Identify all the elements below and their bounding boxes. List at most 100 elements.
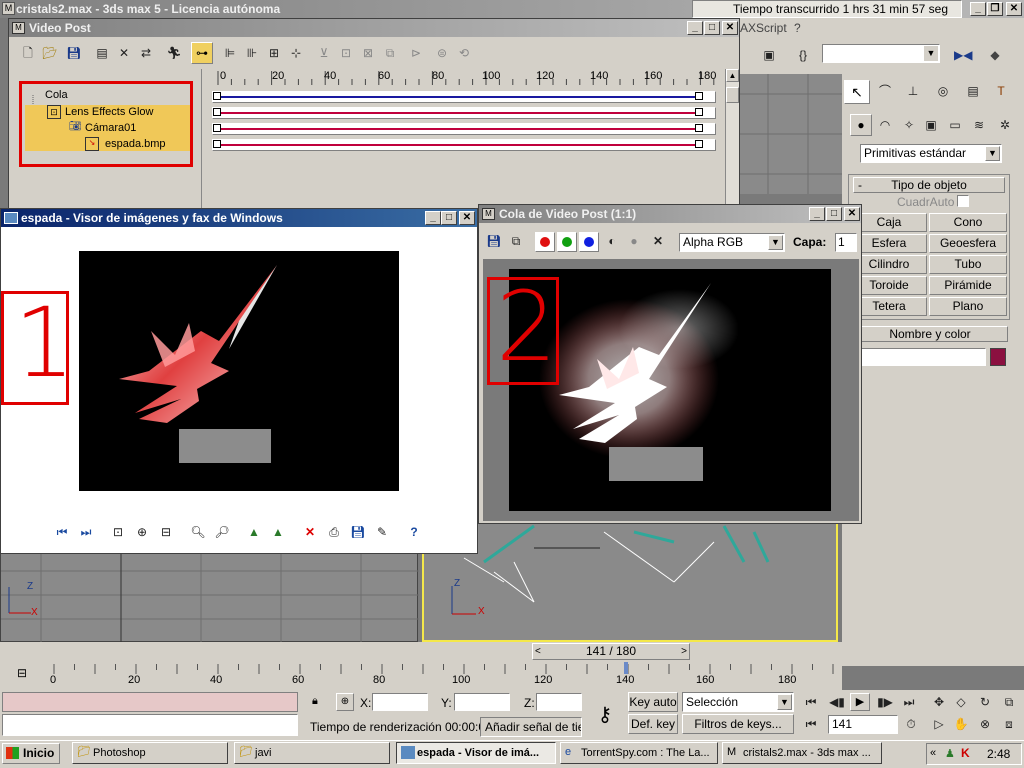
delete-event-icon[interactable]: ✕ [115,44,133,62]
delete-icon[interactable]: ✕ [301,523,319,541]
utilities-tab-icon[interactable]: T [992,82,1010,100]
clear-icon[interactable]: ✕ [649,232,667,250]
iv-close-button[interactable]: ✕ [459,211,475,225]
zoom-region-icon[interactable]: ⧈ [1000,715,1018,733]
save-bitmap-icon[interactable]: 💾︎ [485,232,503,250]
add-time-tag[interactable]: Añadir señal de tiem [480,717,582,737]
tube-button[interactable]: Tubo [929,255,1007,274]
taskbar-3dsmax[interactable]: M cristals2.max - 3ds max ... [722,742,882,764]
add-image-filter-icon[interactable]: ⊠ [359,44,377,62]
frame-slider[interactable]: < 141 / 180 > [532,643,690,660]
previous-frame-icon[interactable]: ◀▮ [828,693,846,711]
y-coord-field[interactable] [454,693,510,711]
menu-axscript[interactable]: AXScript [740,21,787,35]
actual-size-icon[interactable]: ⊕ [133,523,151,541]
object-color-swatch[interactable] [990,348,1006,366]
align-icon[interactable]: ◆ [986,46,1004,64]
help-icon[interactable]: ? [405,523,423,541]
field-of-view-icon[interactable]: ◇ [952,693,970,711]
geometry-category-button[interactable]: ● [850,114,872,136]
abut-selected-icon[interactable]: ⊹ [287,44,305,62]
previous-image-icon[interactable]: ⏮ [53,523,71,541]
primitive-type-dropdown[interactable]: Primitivas estándar ▼ [860,144,1002,163]
teapot-render-icon[interactable]: ▣ [760,46,778,64]
motion-tab-icon[interactable]: ◎ [934,82,952,100]
maxscript-listener-bottom[interactable] [2,714,298,736]
next-image-icon[interactable]: ⏭ [77,523,95,541]
object-type-header[interactable]: - Tipo de objeto [853,177,1005,193]
name-color-header[interactable]: Nombre y color [852,326,1008,342]
iv-minimize-button[interactable]: _ [425,211,441,225]
menu-help[interactable]: ? [794,21,801,35]
max-minimize-button[interactable]: _ [970,2,986,16]
vp-scrollbar[interactable]: ▲ [725,69,739,217]
go-to-start-icon[interactable]: ⏮ [802,693,820,711]
torus-button[interactable]: Toroide [851,276,927,295]
tray-network-icon[interactable]: ♟ [945,747,955,760]
viewport-perspective[interactable]: Z X [422,520,838,642]
lock-selection-icon[interactable]: 🔒︎ [312,695,326,709]
named-selection-icon[interactable]: {} [794,46,812,64]
taskbar-image-viewer[interactable]: espada - Visor de imá... [396,742,556,764]
maximize-viewport-icon[interactable]: ⧉ [1000,693,1018,711]
geosphere-button[interactable]: Geoesfera [929,234,1007,253]
systems-category-icon[interactable]: ✲ [996,116,1014,134]
plane-button[interactable]: Plano [929,297,1007,316]
rotate-clockwise-icon[interactable]: ▲ [245,523,263,541]
start-button[interactable]: Inicio [2,743,60,764]
maxscript-listener-top[interactable] [2,692,298,712]
next-frame-icon[interactable]: ▮▶ [876,693,894,711]
teapot-button[interactable]: Tetera [851,297,927,316]
time-marker[interactable] [624,662,628,674]
new-sequence-icon[interactable]: 🗋︎ [19,44,37,62]
add-scene-event-icon[interactable]: ⊻ [315,44,333,62]
current-frame-field[interactable]: 141 [828,715,898,734]
edit-event-icon[interactable]: ▤ [93,44,111,62]
key-filters-button[interactable]: Filtros de keys... [682,714,794,734]
copy-to-icon[interactable]: 💾︎ [349,523,367,541]
time-ruler[interactable]: ⊟ 0 20 40 60 80 100 120 140 160 180 [0,662,842,690]
execute-sequence-icon[interactable]: 🏃︎ [165,44,183,62]
add-external-event-icon[interactable]: ⊜ [433,44,451,62]
monochrome-icon[interactable]: ● [625,232,643,250]
vp-maximize-button[interactable]: □ [704,21,720,35]
range-bar-queue[interactable] [212,91,716,103]
add-loop-event-icon[interactable]: ⟲ [455,44,473,62]
swap-events-icon[interactable]: ⇄ [137,44,155,62]
autogrid-checkbox[interactable] [957,195,969,207]
taskbar-photoshop[interactable]: 📁︎ Photoshop [72,742,228,764]
align-left-icon[interactable]: ⊫ [221,44,239,62]
object-name-input[interactable] [852,348,986,366]
dolly-icon[interactable]: ▷ [930,715,948,733]
open-sequence-icon[interactable]: 📂︎ [41,44,59,62]
print-icon[interactable]: ⎙ [325,523,343,541]
display-tab-icon[interactable]: ▤ [964,82,982,100]
vq-minimize-button[interactable]: _ [809,207,825,221]
orbit-icon[interactable]: ⊗ [976,715,994,733]
pan-icon[interactable]: ✥ [930,693,948,711]
mirror-icon[interactable]: ▶◀ [954,46,972,64]
cylinder-button[interactable]: Cilindro [851,255,927,274]
rotate-counterclockwise-icon[interactable]: ▲ [269,523,287,541]
modify-tab-icon[interactable]: ⌒ [876,82,894,100]
pyramid-button[interactable]: Pirámide [929,276,1007,295]
vp-minimize-button[interactable]: _ [687,21,703,35]
channel-dropdown[interactable]: Alpha RGB ▼ [679,233,785,252]
save-sequence-icon[interactable]: 💾︎ [65,44,83,62]
arc-rotate-icon[interactable]: ↻ [976,693,994,711]
edit-range-bar-button[interactable]: ⊶ [191,42,213,64]
range-bar-image-file[interactable] [212,139,716,151]
hierarchy-tab-icon[interactable]: ⊥ [904,82,922,100]
zoom-in-icon[interactable]: 🔍︎ [189,523,207,541]
viewport-bottom-left[interactable]: Z X [0,550,419,643]
layer-field[interactable]: 1 [835,233,857,252]
def-key-button[interactable]: Def. key [628,714,678,734]
best-fit-icon[interactable]: ⊡ [109,523,127,541]
align-right-icon[interactable]: ⊪ [243,44,261,62]
cameras-category-icon[interactable]: ▣ [922,116,940,134]
max-restore-button[interactable]: ❐ [987,2,1003,16]
box-button[interactable]: Caja [851,213,927,232]
range-bar-camera[interactable] [212,123,716,135]
z-coord-field[interactable] [536,693,582,711]
max-close-button[interactable]: ✕ [1006,2,1022,16]
